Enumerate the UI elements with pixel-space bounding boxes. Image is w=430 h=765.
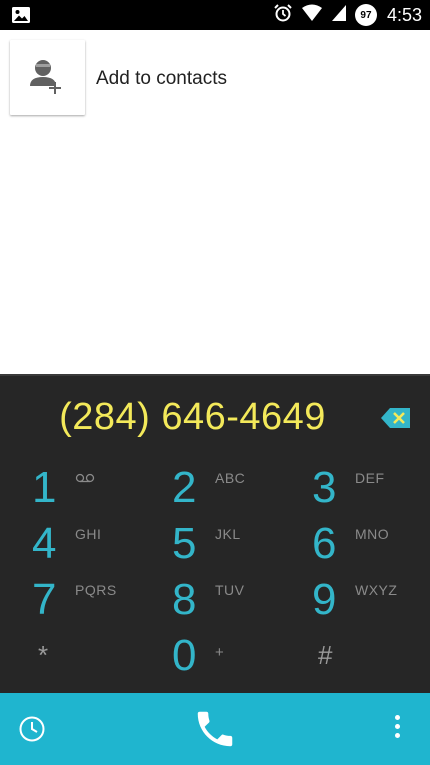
dial-key-digit: 4 (32, 519, 57, 568)
dial-key-letters: GHI (75, 526, 102, 542)
bottom-action-bar (0, 693, 430, 765)
dialpad: (284) 646-4649 1 2 ABC 3 DEF 4 GHI 5 JKL (0, 374, 430, 693)
dial-key-letters: TUV (215, 582, 245, 598)
dial-key-9[interactable]: 9 WXYZ (280, 574, 420, 630)
dial-key-letters: DEF (355, 470, 385, 486)
dial-key-letters: JKL (215, 526, 241, 542)
clock-time: 4:53 (386, 4, 422, 25)
dial-key-digit: 5 (172, 519, 197, 568)
phone-icon (197, 711, 233, 747)
dial-key-4[interactable]: 4 GHI (0, 518, 140, 574)
dial-key-0[interactable]: 0 + (140, 630, 280, 686)
battery-indicator: 97 (354, 4, 377, 26)
dial-key-digit: 3 (312, 463, 337, 512)
dial-key-symbol: * (38, 640, 49, 670)
dial-key-digit: 6 (312, 519, 337, 568)
signal-icon (331, 4, 347, 27)
dial-key-8[interactable]: 8 TUV (140, 574, 280, 630)
dialed-number[interactable]: (284) 646-4649 (0, 396, 385, 439)
call-button[interactable] (192, 706, 238, 757)
dial-key-3[interactable]: 3 DEF (280, 462, 420, 518)
dial-key-symbol: # (318, 640, 333, 670)
wifi-icon (301, 4, 323, 27)
add-to-contacts-row[interactable]: Add to contacts (0, 30, 430, 125)
dial-key-letters: WXYZ (355, 582, 398, 598)
dial-key-7[interactable]: 7 PQRS (0, 574, 140, 630)
dial-key-digit: 9 (312, 575, 337, 624)
dial-key-6[interactable]: 6 MNO (280, 518, 420, 574)
dial-key-letters: PQRS (75, 582, 117, 598)
alarm-icon (273, 3, 293, 28)
more-options-button[interactable] (389, 715, 405, 743)
backspace-button[interactable] (380, 406, 412, 435)
dial-key-digit: 7 (32, 575, 57, 624)
dial-key-digit: 1 (32, 463, 57, 512)
dial-key-letters: + (215, 644, 224, 661)
dial-key-pound[interactable]: # (280, 630, 420, 686)
contact-photo-placeholder[interactable] (10, 40, 85, 115)
history-icon (19, 716, 45, 742)
dial-key-2[interactable]: 2 ABC (140, 462, 280, 518)
add-person-icon (30, 60, 61, 94)
status-bar: 97 4:53 (0, 0, 430, 30)
voicemail-icon (75, 470, 95, 486)
dial-key-digit: 2 (172, 463, 197, 512)
image-icon (11, 6, 31, 24)
dial-key-digit: 0 (172, 631, 197, 680)
history-button[interactable] (18, 715, 46, 748)
backspace-icon (381, 408, 410, 428)
dial-key-star[interactable]: * (0, 630, 140, 686)
more-vert-icon (389, 715, 405, 738)
dial-key-letters: ABC (215, 470, 246, 486)
dial-key-5[interactable]: 5 JKL (140, 518, 280, 574)
add-to-contacts-label[interactable]: Add to contacts (96, 68, 227, 90)
dial-key-digit: 8 (172, 575, 197, 624)
dial-key-letters: MNO (355, 526, 390, 542)
dial-key-1[interactable]: 1 (0, 462, 140, 518)
